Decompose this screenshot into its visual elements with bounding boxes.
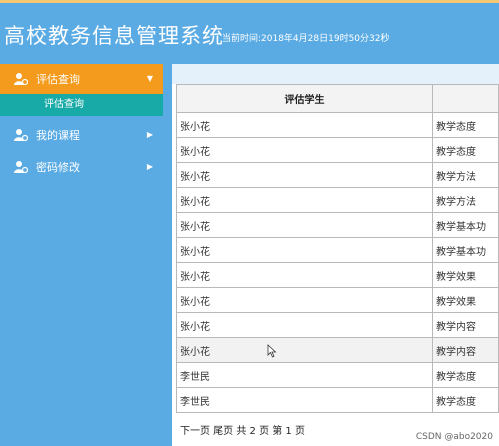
cell-student-name: 张小花	[176, 312, 433, 338]
submenu-item-evaluation-query[interactable]: 评估查询	[0, 94, 163, 116]
table-row[interactable]: 张小花 教学基本功	[176, 212, 499, 238]
table-row[interactable]: 张小花 教学态度	[176, 112, 499, 138]
table-row[interactable]: 张小花 教学效果	[176, 262, 499, 288]
main-content: 评估学生 张小花 教学态度 张小花 教学态度 张小花 教学方法 张小花 教学方法 张小花 教学基本…	[172, 64, 499, 446]
cell-evaluation-item: 教学内容	[432, 312, 499, 338]
cell-evaluation-item: 教学效果	[432, 287, 499, 313]
table-row[interactable]: 李世民 教学态度	[176, 362, 499, 388]
user-icon	[14, 128, 28, 142]
table-row[interactable]: 张小花 教学基本功	[176, 237, 499, 263]
cell-student-name: 张小花	[176, 287, 433, 313]
cell-evaluation-item: 教学态度	[432, 387, 499, 413]
user-icon	[14, 72, 28, 86]
table-row[interactable]: 张小花 教学效果	[176, 287, 499, 313]
cell-evaluation-item: 教学基本功	[432, 237, 499, 263]
sidebar-item-my-courses[interactable]: 我的课程 ▶	[0, 120, 163, 150]
table-header-row: 评估学生	[176, 84, 499, 113]
current-time: 当前时间:2018年4月28日19时50分32秒	[222, 34, 390, 44]
cell-evaluation-item: 教学态度	[432, 362, 499, 388]
cell-student-name: 张小花	[176, 212, 433, 238]
table-row[interactable]: 张小花 教学内容	[176, 337, 499, 363]
sidebar: 评估查询 ▼ 评估查询 我的课程 ▶ 密码修改 ▶	[0, 62, 165, 446]
cell-evaluation-item: 教学内容	[432, 337, 499, 363]
content-toolbar	[172, 64, 499, 84]
cell-student-name: 张小花	[176, 237, 433, 263]
cell-evaluation-item: 教学效果	[432, 262, 499, 288]
watermark: CSDN @abo2020	[415, 432, 493, 442]
cell-evaluation-item: 教学方法	[432, 187, 499, 213]
mouse-cursor-icon	[267, 344, 277, 358]
cell-student-name: 张小花	[176, 137, 433, 163]
column-header-student: 评估学生	[176, 84, 433, 113]
cell-student-name: 张小花	[176, 262, 433, 288]
chevron-right-icon: ▶	[146, 162, 153, 171]
cell-student-name: 张小花	[176, 337, 433, 363]
cell-student-name: 李世民	[176, 387, 433, 413]
cell-evaluation-item: 教学基本功	[432, 212, 499, 238]
sidebar-item-label: 我的课程	[36, 129, 80, 142]
table-row[interactable]: 张小花 教学方法	[176, 162, 499, 188]
table-row[interactable]: 李世民 教学态度	[176, 387, 499, 413]
cell-student-name: 李世民	[176, 362, 433, 388]
top-strip	[0, 0, 499, 3]
app-title: 高校教务信息管理系统	[4, 24, 224, 48]
sidebar-item-evaluation-query[interactable]: 评估查询 ▼	[0, 64, 163, 94]
pagination[interactable]: 下一页 尾页 共 2 页 第 1 页	[180, 422, 305, 437]
column-header-item	[432, 84, 499, 113]
table-row[interactable]: 张小花 教学方法	[176, 187, 499, 213]
cell-student-name: 张小花	[176, 112, 433, 138]
cell-evaluation-item: 教学态度	[432, 137, 499, 163]
chevron-right-icon: ▶	[146, 130, 153, 139]
sidebar-item-label: 密码修改	[36, 161, 80, 174]
cell-evaluation-item: 教学态度	[432, 112, 499, 138]
sidebar-item-label: 评估查询	[36, 73, 80, 86]
cell-evaluation-item: 教学方法	[432, 162, 499, 188]
cell-student-name: 张小花	[176, 187, 433, 213]
table-row[interactable]: 张小花 教学内容	[176, 312, 499, 338]
evaluation-table: 评估学生 张小花 教学态度 张小花 教学态度 张小花 教学方法 张小花 教学方法 张小花 教学基本…	[176, 84, 499, 413]
sidebar-item-password-change[interactable]: 密码修改 ▶	[0, 152, 163, 182]
user-icon	[14, 160, 28, 174]
cell-student-name: 张小花	[176, 162, 433, 188]
table-row[interactable]: 张小花 教学态度	[176, 137, 499, 163]
app-header: 高校教务信息管理系统 当前时间:2018年4月28日19时50分32秒	[0, 0, 499, 62]
chevron-down-icon: ▼	[146, 74, 153, 83]
